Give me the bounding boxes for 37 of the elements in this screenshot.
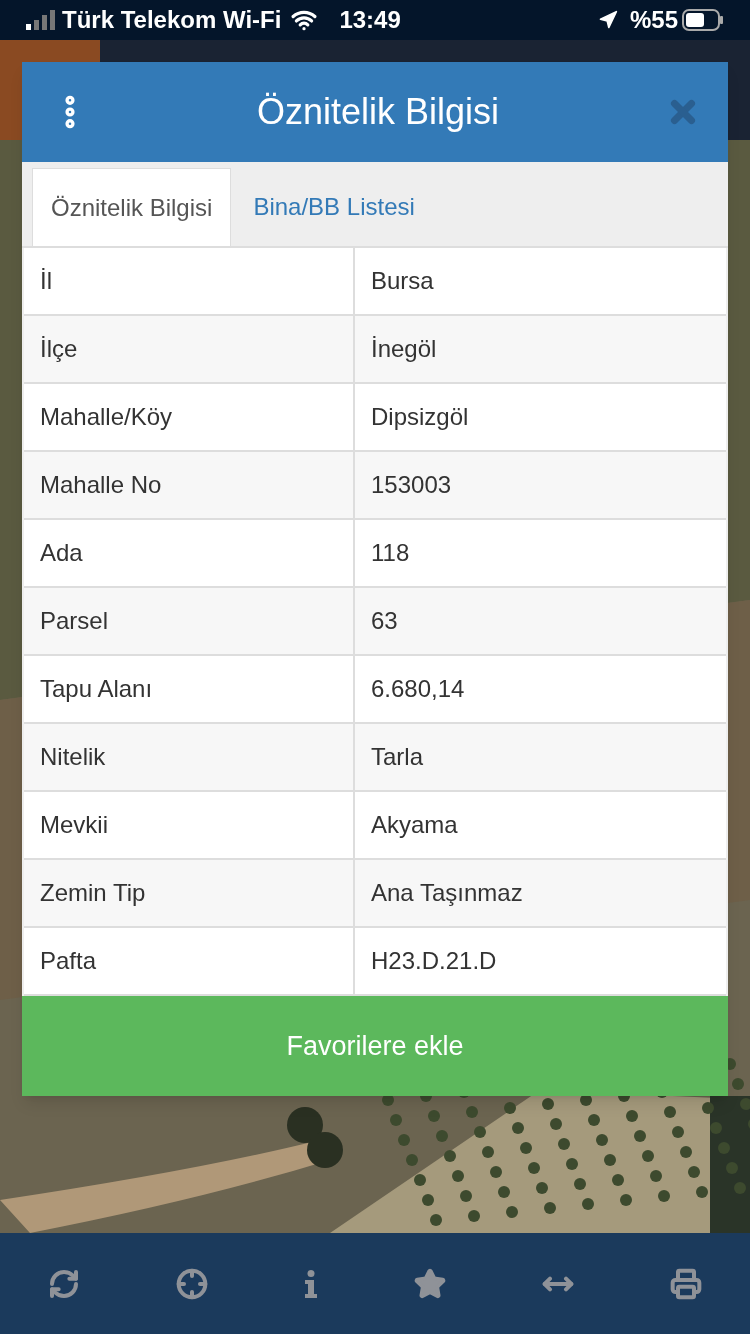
table-cell: İlçe	[24, 316, 355, 382]
table-cell-text: İnegöl	[370, 334, 438, 364]
table-cell: Ada	[24, 520, 355, 586]
star-icon[interactable]	[414, 1267, 446, 1300]
table-cell: Nitelik	[24, 724, 355, 790]
refresh-icon[interactable]	[48, 1267, 80, 1300]
table-cell: Mahalle/Köy	[24, 384, 355, 450]
table-cell: İl	[24, 248, 355, 314]
table-cell: Pafta	[24, 928, 355, 994]
table-cell: Parsel	[24, 588, 355, 654]
table-cell: Zemin Tip	[24, 860, 355, 926]
table-cell-text: Tarla	[370, 742, 425, 772]
table-cell: Mahalle No	[24, 452, 355, 518]
add-to-favorites-button[interactable]: Favorilere ekle	[22, 996, 728, 1096]
table-cell-text: 63	[370, 606, 399, 636]
table-cell-text: 118	[370, 538, 411, 568]
printer-icon[interactable]	[670, 1267, 702, 1300]
carrier-name: Türk Telekom Wi-Fi	[62, 5, 282, 35]
battery-icon	[682, 9, 724, 31]
table-cell: Tapu Alanı	[24, 656, 355, 722]
signal-icon	[26, 10, 56, 30]
table-cell-text: Ana Taşınmaz	[370, 878, 524, 908]
dialog-title: Öznitelik Bilgisi	[255, 90, 501, 134]
table-cell-text: Bursa	[370, 266, 435, 296]
info-icon[interactable]	[304, 1269, 318, 1298]
table-cell-text: Dipsizgöl	[370, 402, 470, 432]
table-cell-text: H23.D.21.D	[370, 946, 498, 976]
table-cell-text: Akyama	[370, 810, 459, 840]
table-cell-text: 153003	[370, 470, 453, 500]
tab[interactable]: Bina/BB Listesi	[231, 168, 437, 246]
clock: 13:49	[339, 5, 401, 35]
crosshair-icon[interactable]	[176, 1267, 208, 1300]
tab[interactable]: Öznitelik Bilgisi	[32, 168, 232, 246]
battery-percent: %55	[629, 5, 678, 35]
table-cell-text: 6.680,14	[370, 674, 466, 704]
location-icon	[597, 10, 618, 30]
table-cell: Mevkii	[24, 792, 355, 858]
